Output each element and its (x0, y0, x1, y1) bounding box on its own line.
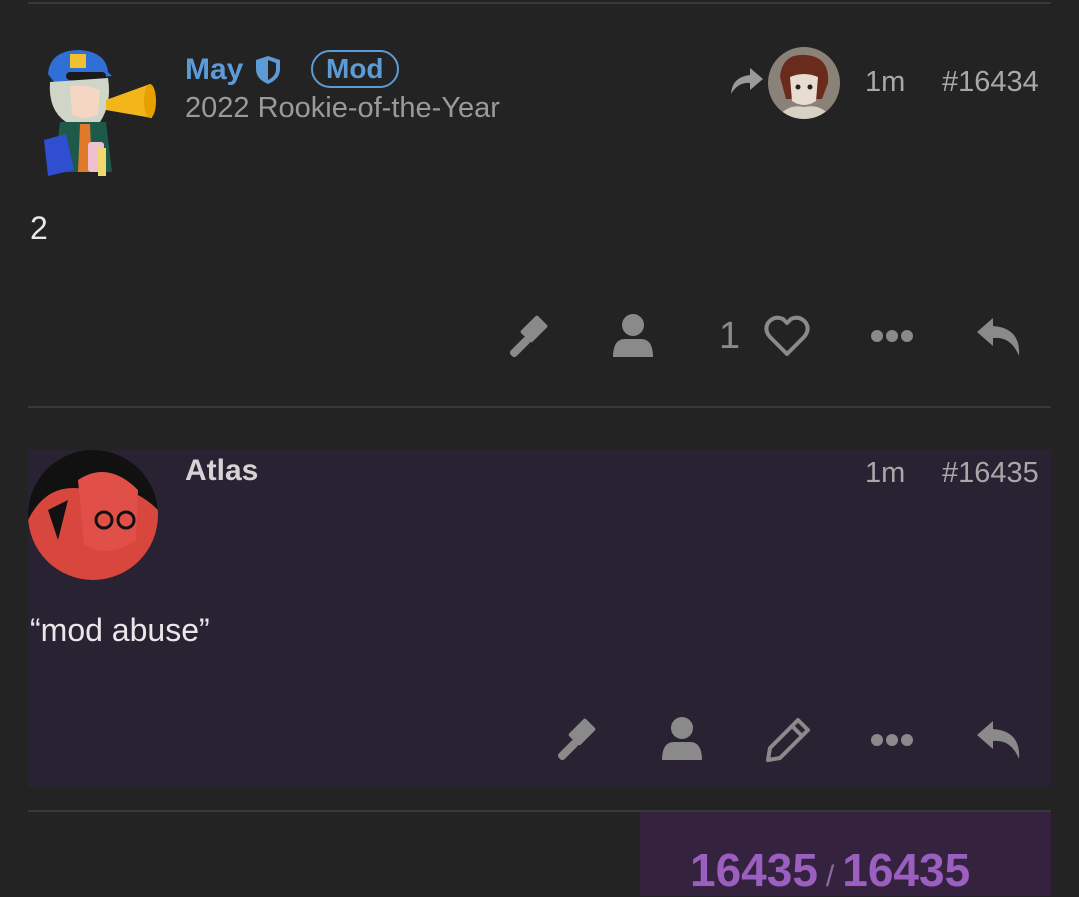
post-body: 2 (30, 210, 48, 246)
progress-separator: / (825, 860, 835, 893)
post-time[interactable]: 1m (865, 457, 905, 490)
progress-current: 16435 (690, 844, 818, 896)
user-icon[interactable] (660, 716, 704, 762)
share-icon[interactable] (728, 66, 764, 98)
reply-to-avatar[interactable] (768, 47, 840, 119)
progress-indicator[interactable]: 16435/16435 (690, 843, 970, 897)
post-time[interactable]: 1m (865, 66, 905, 99)
mod-badge: Mod (311, 50, 399, 88)
post-body: “mod abuse” (30, 612, 210, 648)
top-divider (28, 2, 1051, 4)
reply-icon[interactable] (975, 314, 1023, 358)
user-icon[interactable] (611, 313, 655, 359)
more-icon[interactable] (869, 730, 915, 750)
post-number[interactable]: #16435 (942, 457, 1039, 490)
more-icon[interactable] (869, 326, 915, 346)
post-number[interactable]: #16434 (942, 66, 1039, 99)
user-title: 2022 Rookie-of-the-Year (185, 92, 500, 124)
reply-icon[interactable] (975, 717, 1023, 761)
like-count[interactable]: 1 (719, 315, 740, 358)
gavel-icon[interactable] (504, 313, 552, 361)
avatar-may[interactable] (40, 44, 158, 178)
progress-total: 16435 (842, 844, 971, 896)
author-name[interactable]: Atlas (185, 456, 258, 486)
pencil-icon[interactable] (764, 716, 812, 764)
author-name[interactable]: May (185, 55, 243, 85)
heart-icon[interactable] (764, 314, 810, 358)
avatar-atlas[interactable] (28, 450, 158, 580)
post-divider (28, 406, 1051, 408)
gavel-icon[interactable] (552, 716, 600, 764)
shield-icon (254, 55, 282, 85)
